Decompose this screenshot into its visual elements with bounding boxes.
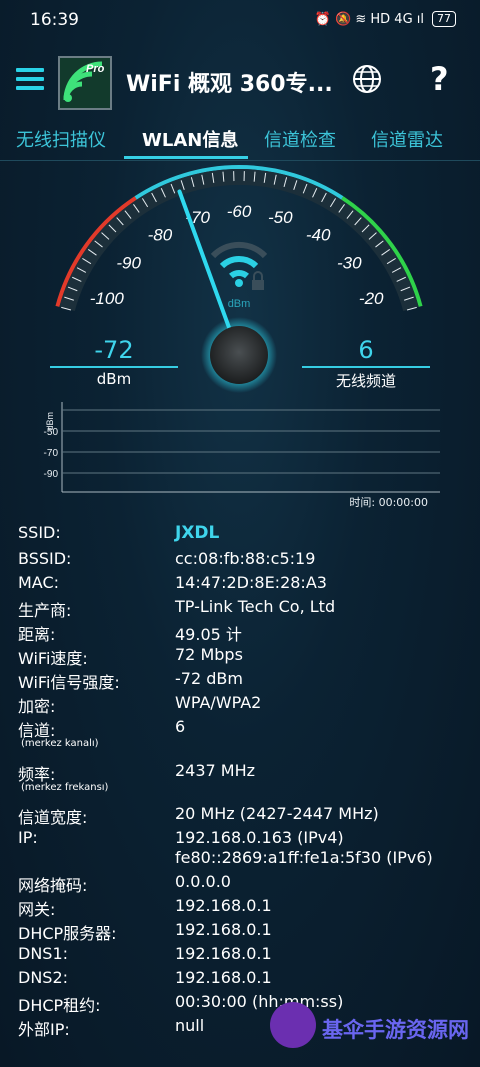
gauge-scale-label: -60 bbox=[227, 202, 252, 221]
tab-wlan-info[interactable]: WLAN信息 bbox=[142, 126, 238, 152]
signal-unit: dBm bbox=[96, 370, 132, 388]
history-chart: dBm -50 -70 -90 bbox=[44, 402, 440, 493]
battery-icon: 77 bbox=[432, 11, 456, 27]
info-key: 距离: bbox=[18, 625, 56, 644]
active-tab-indicator bbox=[124, 156, 248, 159]
tab-channel-radar[interactable]: 信道雷达 bbox=[371, 126, 443, 152]
channel-value: 6 bbox=[358, 336, 374, 364]
info-key: SSID: bbox=[18, 523, 61, 542]
info-key: IP: bbox=[18, 828, 38, 847]
gauge-scale-label: -100 bbox=[90, 289, 125, 308]
info-value: 6 bbox=[175, 717, 186, 736]
info-value: 20 MHz (2427-2447 MHz) bbox=[175, 804, 379, 823]
info-value: null bbox=[175, 1016, 205, 1035]
tab-wireless-scanner[interactable]: 无线扫描仪 bbox=[16, 126, 106, 152]
info-key: BSSID: bbox=[18, 549, 72, 568]
tab-bar: 无线扫描仪 WLAN信息 信道检查 信道雷达 bbox=[0, 120, 480, 161]
channel-label: 无线频道 bbox=[335, 372, 396, 390]
status-indicators: ⏰ 🔕 ≋ HD 4G ıl bbox=[314, 11, 424, 27]
watermark: 基伞手游资源网 bbox=[270, 1000, 480, 1060]
info-value: 2437 MHz bbox=[175, 761, 256, 780]
info-value: 14:47:2D:8E:28:A3 bbox=[175, 573, 327, 592]
menu-icon[interactable] bbox=[16, 68, 44, 90]
graph-tick: -70 bbox=[44, 448, 59, 459]
info-value: 192.168.0.163 (IPv4) bbox=[175, 828, 344, 847]
info-key: DHCP服务器: bbox=[18, 924, 117, 943]
gauge-scale-label: -20 bbox=[359, 289, 384, 308]
info-subnote: (merkez kanalı) bbox=[21, 738, 99, 749]
gauge-scale-label: -30 bbox=[337, 253, 362, 272]
app-logo: Pro bbox=[58, 56, 112, 110]
channel-readout: 6 无线频道 bbox=[302, 336, 430, 391]
signal-readout: -72 dBm bbox=[50, 336, 178, 388]
tab-channel-check[interactable]: 信道检查 bbox=[264, 126, 336, 152]
info-key: WiFi信号强度: bbox=[18, 673, 120, 692]
info-value: 192.168.0.1 bbox=[175, 896, 272, 915]
wifi-logo-icon: Pro bbox=[60, 58, 110, 108]
wifi-lock-icon bbox=[210, 241, 268, 290]
info-value: 0.0.0.0 bbox=[175, 872, 231, 891]
info-value: 192.168.0.1 bbox=[175, 920, 272, 939]
info-value: cc:08:fb:88:c5:19 bbox=[175, 549, 316, 568]
info-key: 生产商: bbox=[18, 601, 72, 620]
gauge-scale-label: -80 bbox=[148, 226, 173, 245]
info-value: 192.168.0.1 bbox=[175, 944, 272, 963]
watermark-logo-icon bbox=[270, 1002, 316, 1048]
gauge-knob bbox=[210, 326, 268, 384]
app-title: WiFi 概观 360专... bbox=[126, 72, 333, 97]
watermark-text: 基伞手游资源网 bbox=[322, 1018, 469, 1042]
app-bar: Pro WiFi 概观 360专... ? bbox=[0, 42, 480, 120]
info-value: TP-Link Tech Co, Ltd bbox=[175, 597, 336, 616]
info-value: 49.05 计 bbox=[175, 625, 242, 644]
gauge-scale-label: -50 bbox=[268, 208, 293, 227]
info-key: 网关: bbox=[18, 900, 56, 919]
info-value: JXDL bbox=[175, 523, 220, 543]
info-key: 外部IP: bbox=[18, 1020, 70, 1039]
info-key: DNS2: bbox=[18, 968, 69, 987]
gauge-scale-label: -40 bbox=[306, 226, 331, 245]
info-value: WPA/WPA2 bbox=[175, 693, 262, 712]
info-value: 72 Mbps bbox=[175, 645, 243, 664]
status-icons: ⏰ 🔕 ≋ HD 4G ıl 77 bbox=[315, 11, 456, 27]
info-key: WiFi速度: bbox=[18, 649, 88, 668]
info-value: -72 dBm bbox=[175, 669, 243, 688]
info-key: 加密: bbox=[18, 697, 56, 716]
signal-gauge: -100 -90 -80 -70 -60 -50 -40 -30 -20 dBm -72 dBm… bbox=[0, 160, 480, 400]
logo-badge: Pro bbox=[86, 63, 105, 75]
info-subnote: (merkez frekansı) bbox=[21, 782, 109, 793]
globe-icon[interactable] bbox=[352, 64, 382, 94]
graph-tick: -90 bbox=[44, 469, 59, 480]
info-value: 192.168.0.1 bbox=[175, 968, 272, 987]
gauge-scale-label: -90 bbox=[116, 253, 141, 272]
info-key: DHCP租约: bbox=[18, 996, 101, 1015]
graph-time-label: 时间: 00:00:00 bbox=[349, 496, 428, 509]
info-key: 网络掩码: bbox=[18, 876, 88, 895]
signal-value: -72 bbox=[94, 336, 134, 364]
info-value-ipv6: fe80::2869:a1ff:fe1a:5f30 (IPv6) bbox=[175, 848, 433, 867]
status-time: 16:39 bbox=[30, 10, 79, 30]
help-icon[interactable]: ? bbox=[430, 60, 449, 98]
info-key: MAC: bbox=[18, 573, 60, 592]
info-key: 信道宽度: bbox=[18, 808, 88, 827]
status-bar: 16:39 ⏰ 🔕 ≋ HD 4G ıl 77 bbox=[0, 0, 480, 42]
gauge-unit: dBm bbox=[228, 298, 251, 310]
info-key: DNS1: bbox=[18, 944, 69, 963]
graph-tick: -50 bbox=[44, 427, 59, 438]
